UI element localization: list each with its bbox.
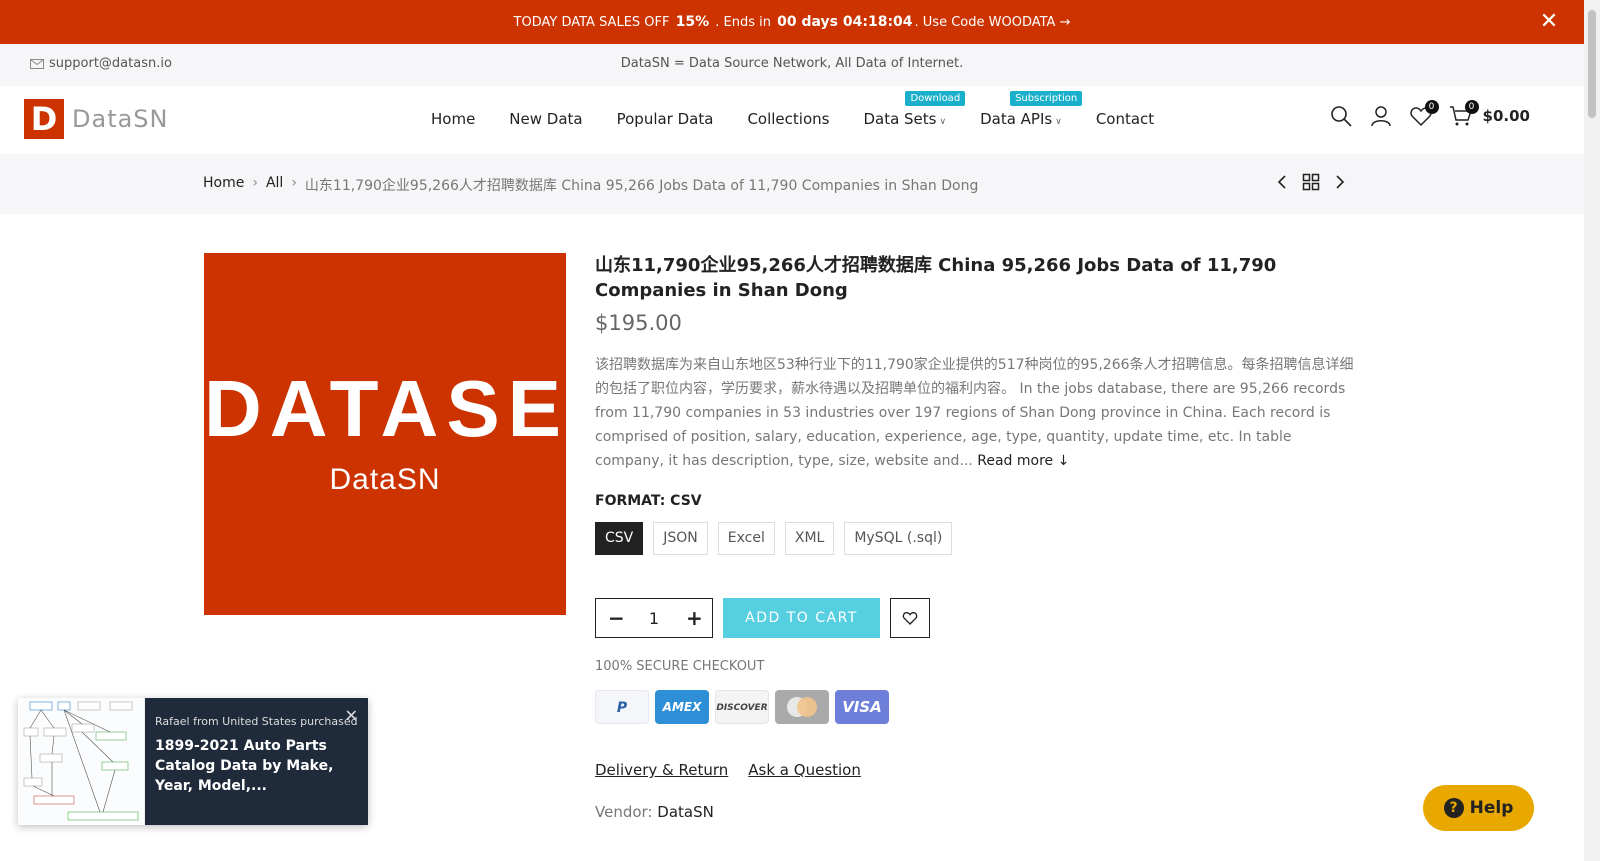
format-options: CSV JSON Excel XML MySQL (.sql) (595, 522, 1355, 555)
promo-code-text: . Use Code WOODATA → (914, 14, 1071, 30)
page-scrollbar[interactable] (1584, 0, 1600, 861)
product-image-brand: DataSN (329, 463, 441, 496)
main-nav: Home New Data Popular Data Collections D… (431, 91, 1154, 128)
paypal-icon: P (595, 690, 649, 724)
grid-icon[interactable] (1302, 173, 1320, 191)
payment-methods: P AMEX DISCOVER VISA (595, 690, 1355, 724)
breadcrumb-all[interactable]: All (266, 175, 283, 195)
discover-icon: DISCOVER (715, 690, 769, 724)
cart-count-badge: 0 (1464, 100, 1479, 114)
amex-icon: AMEX (655, 690, 709, 724)
promo-countdown: 00 days 04:18:04 (777, 14, 913, 30)
increase-quantity-button[interactable]: + (686, 606, 703, 630)
search-icon[interactable] (1329, 104, 1353, 128)
add-to-wishlist-button[interactable] (890, 598, 930, 638)
visa-icon: VISA (835, 690, 889, 724)
nav-data-sets-label: Data Sets (863, 110, 937, 128)
page: TODAY DATA SALES OFF 15% . Ends in 00 da… (0, 0, 1584, 861)
secure-checkout-label: 100% SECURE CHECKOUT (595, 659, 765, 674)
header-icons: 0 0 $0.00 (1329, 100, 1530, 128)
product-price: $195.00 (595, 311, 682, 335)
account-icon[interactable] (1369, 104, 1393, 128)
heart-icon (902, 611, 918, 625)
prev-product-icon[interactable] (1276, 174, 1288, 190)
add-to-cart-button[interactable]: ADD TO CART (723, 598, 880, 638)
wishlist-icon[interactable]: 0 (1409, 100, 1439, 128)
scrollbar-thumb[interactable] (1588, 10, 1596, 118)
vendor-row: Vendor: DataSN (595, 803, 1355, 821)
format-option-xml[interactable]: XML (784, 522, 835, 555)
ask-question-link[interactable]: Ask a Question (748, 761, 861, 779)
popup-close-icon[interactable]: ✕ (345, 706, 358, 725)
promo-prefix: TODAY DATA SALES OFF (513, 14, 670, 30)
read-more-link[interactable]: Read more ↓ (977, 453, 1069, 469)
diagram-thumbnail-image (23, 701, 139, 821)
chevron-down-icon: ∨ (1055, 117, 1062, 127)
nav-new-data[interactable]: New Data (509, 110, 582, 128)
logo-wordmark: DataSN (72, 105, 169, 133)
breadcrumb-home[interactable]: Home (203, 175, 244, 195)
logo-mark: D (24, 99, 64, 139)
recent-purchase-popup[interactable]: Rafael from United States purchased 1899… (18, 698, 368, 825)
product-title: 山东11,790企业95,266人才招聘数据库 China 95,266 Job… (595, 255, 1277, 301)
popup-product-thumbnail[interactable] (18, 698, 145, 825)
chevron-down-icon: ∨ (939, 117, 947, 127)
promo-bar[interactable]: TODAY DATA SALES OFF 15% . Ends in 00 da… (0, 0, 1584, 44)
download-badge: Download (905, 91, 966, 106)
format-option-excel[interactable]: Excel (717, 522, 775, 555)
help-label: Help (1469, 798, 1514, 818)
help-button[interactable]: ? Help (1423, 785, 1534, 831)
product-info: 山东11,790企业95,266人才招聘数据库 China 95,266 Job… (595, 253, 1355, 821)
breadcrumb-current: 山东11,790企业95,266人才招聘数据库 China 95,266 Job… (304, 178, 979, 194)
breadcrumb: Home › All › 山东11,790企业95,266人才招聘数据库 Chi… (203, 175, 978, 195)
promo-close-icon[interactable]: ✕ (1536, 9, 1562, 35)
decrease-quantity-button[interactable]: − (608, 606, 625, 630)
chevron-right-icon: › (291, 175, 297, 191)
format-option-mysql[interactable]: MySQL (.sql) (844, 522, 953, 555)
purchase-row: − 1 + ADD TO CART (595, 598, 1355, 638)
chevron-right-icon: › (252, 175, 258, 191)
question-icon: ? (1443, 798, 1464, 818)
popup-buyer-text: Rafael from United States purchased (155, 715, 358, 728)
format-option-json[interactable]: JSON (653, 522, 708, 555)
subscription-badge: Subscription (1010, 91, 1083, 106)
cart-icon[interactable]: 0 (1449, 100, 1479, 128)
site-tagline: DataSN = Data Source Network, All Data o… (620, 56, 964, 71)
next-product-icon[interactable] (1334, 174, 1346, 190)
vendor-label: Vendor: (595, 803, 653, 821)
breadcrumb-bar: Home › All › 山东11,790企业95,266人才招聘数据库 Chi… (0, 154, 1584, 214)
site-logo[interactable]: D DataSN (24, 99, 169, 139)
site-header: D DataSN Home New Data Popular Data Coll… (0, 86, 1584, 154)
nav-data-apis-label: Data APIs (980, 110, 1053, 128)
nav-data-sets[interactable]: Download Data Sets ∨ (863, 91, 966, 128)
format-option-csv[interactable]: CSV (595, 522, 644, 555)
info-bar: support@datasn.io DataSN = Data Source N… (0, 44, 1584, 86)
quantity-value[interactable]: 1 (649, 609, 659, 628)
promo-discount: 15% (675, 14, 710, 30)
product-description: 该招聘数据库为来自山东地区53种行业下的11,790家企业提供的517种岗位的9… (595, 353, 1355, 473)
nav-contact[interactable]: Contact (1096, 110, 1154, 128)
mastercard-icon (775, 690, 829, 724)
vendor-link[interactable]: DataSN (657, 803, 714, 821)
quantity-stepper: − 1 + (595, 598, 713, 638)
nav-popular-data[interactable]: Popular Data (617, 110, 714, 128)
popup-body: Rafael from United States purchased 1899… (145, 698, 368, 825)
description-text: 该招聘数据库为来自山东地区53种行业下的11,790家企业提供的517种岗位的9… (595, 357, 1354, 469)
promo-ends-text: . Ends in (715, 14, 772, 30)
wishlist-count-badge: 0 (1424, 100, 1439, 114)
cart-total[interactable]: $0.00 (1483, 107, 1530, 125)
delivery-return-link[interactable]: Delivery & Return (595, 761, 728, 779)
product-links: Delivery & Return Ask a Question (595, 761, 1355, 779)
format-label: FORMAT: CSV (595, 493, 702, 509)
product-image[interactable]: DATASET DataSN (204, 253, 626, 615)
product-navigation (1276, 173, 1346, 191)
popup-product-name[interactable]: 1899-2021 Auto Parts Catalog Data by Mak… (155, 736, 358, 796)
nav-home[interactable]: Home (431, 110, 475, 128)
nav-data-apis[interactable]: Subscription Data APIs ∨ (980, 91, 1083, 128)
product-image-title: DATASET (204, 364, 626, 453)
nav-collections[interactable]: Collections (747, 110, 829, 128)
